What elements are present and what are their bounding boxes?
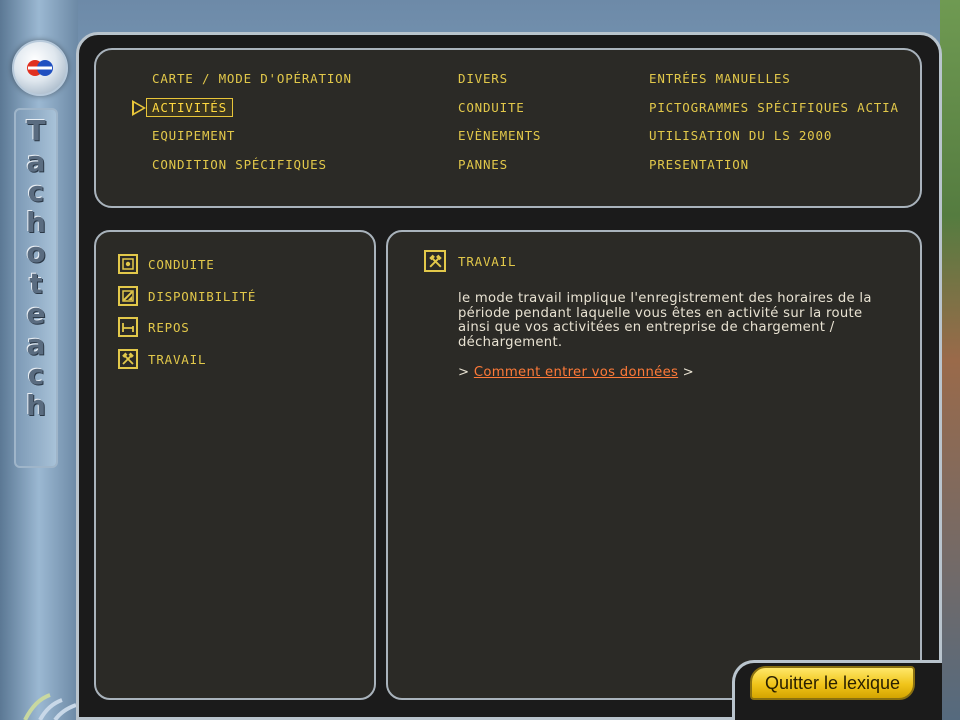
title-letter: a: [26, 327, 46, 361]
title-letter: c: [27, 358, 45, 391]
app-logo-icon[interactable]: [12, 40, 68, 96]
selection-arrow-icon: [132, 100, 146, 116]
bed-icon: [118, 317, 138, 337]
activity-label: conduite: [148, 256, 215, 272]
detail-header: travail: [424, 250, 516, 272]
menu-item-presentation[interactable]: presentation: [649, 157, 749, 172]
decorative-lines-icon: [23, 693, 77, 720]
title-letter: h: [26, 205, 46, 239]
left-sidebar: T a c h o t e a c h: [0, 0, 78, 720]
detail-paragraph: le mode travail implique l'enregistremen…: [458, 291, 872, 350]
detail-link-line: > Comment entrer vos données >: [458, 365, 694, 380]
menu-item-condition[interactable]: condition spécifiques: [152, 157, 327, 172]
activity-item-conduite[interactable]: conduite: [118, 252, 215, 276]
link-prefix: >: [458, 365, 470, 380]
menu-item-entrees-manuelles[interactable]: entrées manuelles: [649, 71, 791, 86]
title-letter: e: [26, 297, 46, 330]
activity-item-repos[interactable]: repos: [118, 315, 190, 339]
steering-wheel-icon: [118, 254, 138, 274]
title-letter: T: [26, 114, 46, 147]
menu-item-evenements[interactable]: evènements: [458, 128, 541, 143]
title-letter: t: [29, 266, 43, 300]
menu-item-divers[interactable]: divers: [458, 71, 508, 86]
menu-item-carte[interactable]: carte / mode d'opération: [152, 71, 352, 86]
title-letter: a: [26, 144, 46, 178]
title-letter: c: [27, 175, 45, 208]
hammers-icon: [118, 349, 138, 369]
title-letter: o: [26, 236, 46, 269]
menu-item-equipement[interactable]: equipement: [152, 128, 235, 143]
menu-item-pannes[interactable]: pannes: [458, 157, 508, 172]
link-suffix: >: [682, 365, 695, 380]
detail-title: travail: [458, 253, 517, 269]
menu-item-utilisation[interactable]: utilisation du ls 2000: [649, 128, 832, 143]
background-strip: [940, 0, 960, 720]
availability-icon: [118, 286, 138, 306]
vertical-app-title: T a c h o t e a c h: [14, 108, 58, 468]
activity-label: disponibilité: [148, 288, 257, 304]
how-to-enter-data-link[interactable]: Comment entrer vos données: [474, 365, 678, 380]
hammers-icon: [424, 250, 446, 272]
activity-label: repos: [148, 319, 190, 335]
activity-label: travail: [148, 351, 207, 367]
menu-item-conduite[interactable]: conduite: [458, 100, 525, 115]
menu-item-pictogrammes[interactable]: pictogrammes spécifiques actia: [649, 100, 899, 115]
activity-item-travail[interactable]: travail: [118, 347, 206, 371]
menu-item-activites[interactable]: activités: [146, 98, 233, 117]
title-letter: h: [26, 388, 46, 422]
activity-item-disponibilite[interactable]: disponibilité: [118, 284, 256, 308]
quit-lexicon-button[interactable]: Quitter le lexique: [750, 666, 915, 700]
